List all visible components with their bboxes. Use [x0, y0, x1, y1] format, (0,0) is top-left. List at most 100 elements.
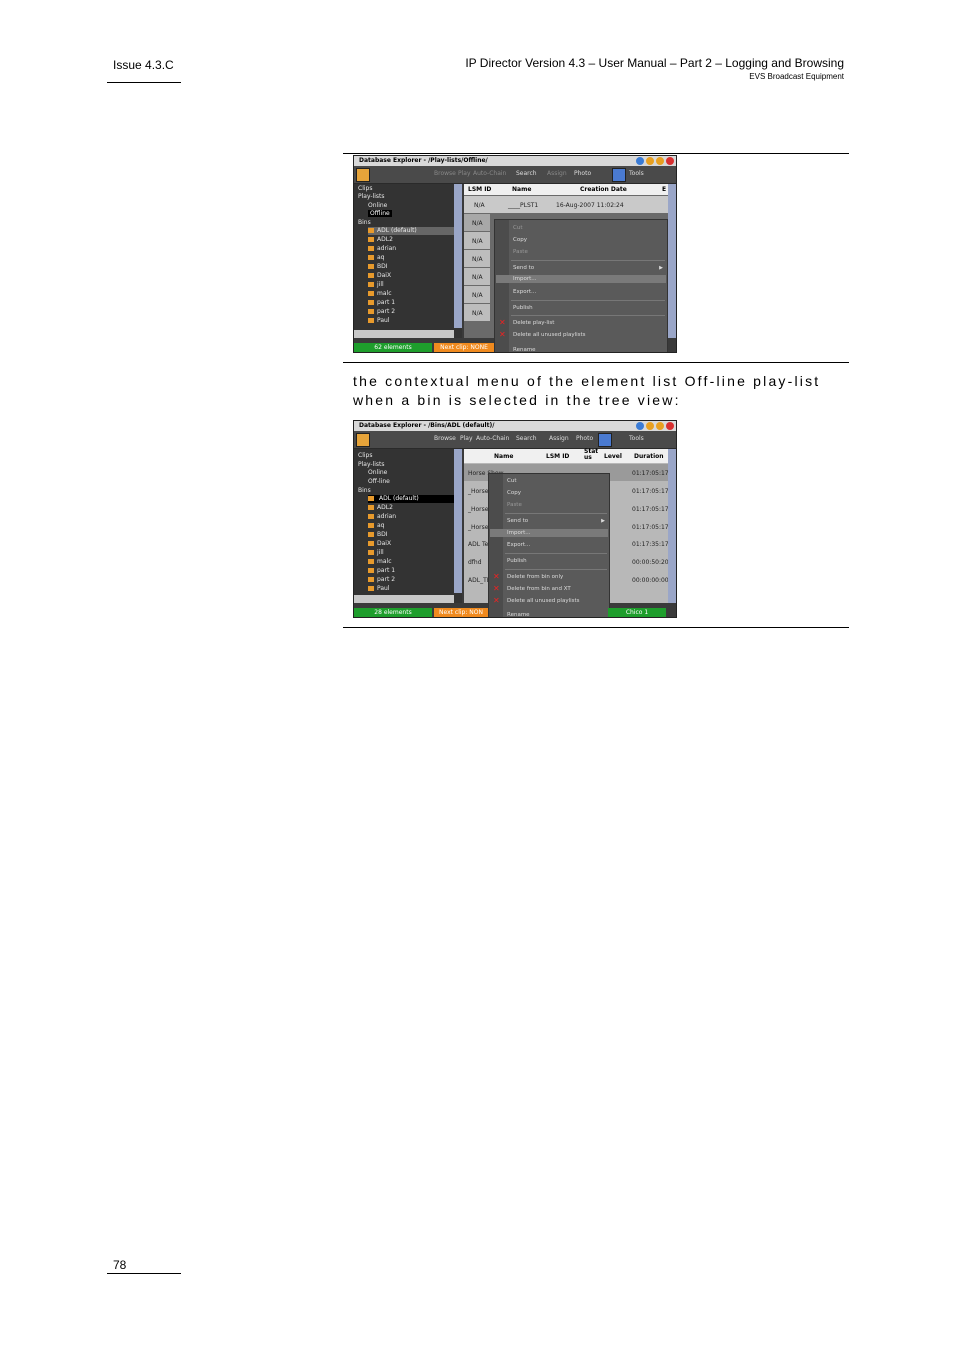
photo-button[interactable]: Photo [576, 435, 593, 442]
column-header-status[interactable]: Stat us [584, 449, 598, 461]
auto-chain-button[interactable]: Auto-Chain [476, 435, 509, 442]
play-button[interactable]: Play [460, 435, 473, 442]
tree-bin-item[interactable]: aq [368, 254, 385, 262]
menu-item-cut[interactable]: Cut [507, 478, 516, 484]
tools-button[interactable]: Tools [629, 435, 644, 442]
maximize-icon[interactable] [656, 422, 664, 430]
column-header-lsm-id[interactable]: LSM ID [546, 453, 569, 460]
tree-bin-item[interactable]: part 1 [368, 299, 395, 307]
tree-bin-item[interactable]: BDI [368, 531, 388, 539]
table-row[interactable]: N/A ____PLST1 16-Aug-2007 11:02:24 [464, 196, 676, 213]
play-button[interactable]: Play [458, 170, 471, 177]
chart-icon[interactable] [356, 433, 370, 447]
search-button[interactable]: Search [516, 170, 537, 177]
search-button[interactable]: Search [516, 435, 537, 442]
table-row[interactable]: N/A [464, 286, 490, 303]
tree-playlists[interactable]: Play-lists [358, 193, 385, 201]
tree-bin-item[interactable]: jill [368, 281, 384, 289]
tree-clips[interactable]: Clips [358, 452, 372, 460]
menu-item-copy[interactable]: Copy [513, 237, 527, 243]
tree-bin-item[interactable]: ADL (default) [368, 495, 456, 503]
minimize-icon[interactable] [646, 422, 654, 430]
tree-bin-item[interactable]: ADL2 [368, 504, 393, 512]
menu-item-delete-unused[interactable]: Delete all unused playlists [513, 332, 586, 338]
menu-item-export[interactable]: Export... [513, 289, 536, 295]
close-icon[interactable] [666, 422, 674, 430]
menu-item-rename[interactable]: Rename [507, 612, 530, 617]
menu-item-delete-bin-only[interactable]: Delete from bin only [507, 574, 563, 580]
column-header-name[interactable]: Name [512, 186, 531, 193]
table-row[interactable]: N/A [464, 232, 490, 249]
auto-chain-button[interactable]: Auto-Chain [473, 170, 506, 177]
tree-bin-item[interactable]: DaiX [368, 272, 391, 280]
tree-bin-item[interactable]: part 1 [368, 567, 395, 575]
table-row[interactable]: N/A [464, 214, 490, 231]
tree-bins[interactable]: Bins [358, 219, 371, 227]
column-header-extra[interactable]: E [662, 186, 666, 193]
menu-item-paste[interactable]: Paste [507, 502, 522, 508]
tree-bin-item[interactable]: Paul [368, 317, 390, 325]
tree-scrollbar-horizontal[interactable] [354, 330, 454, 338]
column-header-name[interactable]: Name [494, 453, 513, 460]
tree-bins[interactable]: Bins [358, 487, 371, 495]
column-header-creation-date[interactable]: Creation Date [580, 186, 627, 193]
tree-bin-item[interactable]: Paul [368, 585, 390, 593]
menu-item-cut[interactable]: Cut [513, 225, 522, 231]
tree-bin-item[interactable]: adrian [368, 245, 396, 253]
tree-bin-item[interactable]: BDI [368, 263, 388, 271]
tree-scrollbar-vertical[interactable] [454, 184, 462, 328]
close-icon[interactable] [666, 157, 674, 165]
list-scrollbar-vertical[interactable] [668, 184, 676, 338]
tree-online[interactable]: Online [368, 202, 387, 210]
browse-button[interactable]: Browse [434, 435, 456, 442]
menu-item-export[interactable]: Export... [507, 542, 530, 548]
menu-item-rename[interactable]: Rename [513, 347, 536, 352]
menu-item-delete-bin-xt[interactable]: Delete from bin and XT [507, 586, 571, 592]
tree-scrollbar-vertical[interactable] [454, 449, 462, 593]
table-row[interactable]: N/A [464, 250, 490, 267]
table-row[interactable]: N/A [464, 304, 490, 321]
assign-button[interactable]: Assign [547, 170, 567, 177]
tree-bin-item[interactable]: part 2 [368, 308, 395, 316]
assign-button[interactable]: Assign [549, 435, 569, 442]
tree-offline[interactable]: Offline [368, 210, 392, 218]
tree-scrollbar-horizontal[interactable] [354, 595, 454, 603]
tree-bin-item[interactable]: jill [368, 549, 384, 557]
column-header-level[interactable]: Level [604, 453, 622, 460]
tree-bin-item[interactable]: part 2 [368, 576, 395, 584]
list-scrollbar-vertical[interactable] [668, 449, 676, 603]
menu-item-send-to[interactable]: Send to [513, 265, 534, 271]
tree-clips[interactable]: Clips [358, 185, 372, 193]
tree-bin-item[interactable]: malc [368, 290, 392, 298]
browse-button[interactable]: Browse [434, 170, 456, 177]
tree-playlists[interactable]: Play-lists [358, 461, 385, 469]
tree-bin-item[interactable]: adrian [368, 513, 396, 521]
menu-item-publish[interactable]: Publish [513, 305, 533, 311]
menu-item-publish[interactable]: Publish [507, 558, 527, 564]
chart-icon[interactable] [356, 168, 370, 182]
tree-bin-item[interactable]: ADL (default) [368, 227, 458, 235]
menu-item-delete-playlist[interactable]: Delete play-list [513, 320, 554, 326]
menu-item-copy[interactable]: Copy [507, 490, 521, 496]
menu-item-delete-unused[interactable]: Delete all unused playlists [507, 598, 580, 604]
help-icon[interactable] [636, 422, 644, 430]
tree-bin-item[interactable]: aq [368, 522, 385, 530]
tree-offline[interactable]: Off-line [368, 478, 390, 486]
minimize-icon[interactable] [646, 157, 654, 165]
photo-button[interactable]: Photo [574, 170, 591, 177]
tools-button[interactable]: Tools [629, 170, 644, 177]
column-header-lsm-id[interactable]: LSM ID [468, 186, 491, 193]
help-icon[interactable] [636, 157, 644, 165]
tree-bin-item[interactable]: ADL2 [368, 236, 393, 244]
menu-item-send-to[interactable]: Send to [507, 518, 528, 524]
save-icon[interactable] [612, 168, 626, 182]
menu-item-import[interactable]: Import... [507, 530, 531, 536]
column-header-duration[interactable]: Duration [634, 453, 664, 460]
table-row[interactable]: N/A [464, 268, 490, 285]
tree-bin-item[interactable]: malc [368, 558, 392, 566]
tree-online[interactable]: Online [368, 469, 387, 477]
save-icon[interactable] [598, 433, 612, 447]
maximize-icon[interactable] [656, 157, 664, 165]
menu-item-import[interactable]: Import... [513, 276, 537, 282]
menu-item-paste[interactable]: Paste [513, 249, 528, 255]
